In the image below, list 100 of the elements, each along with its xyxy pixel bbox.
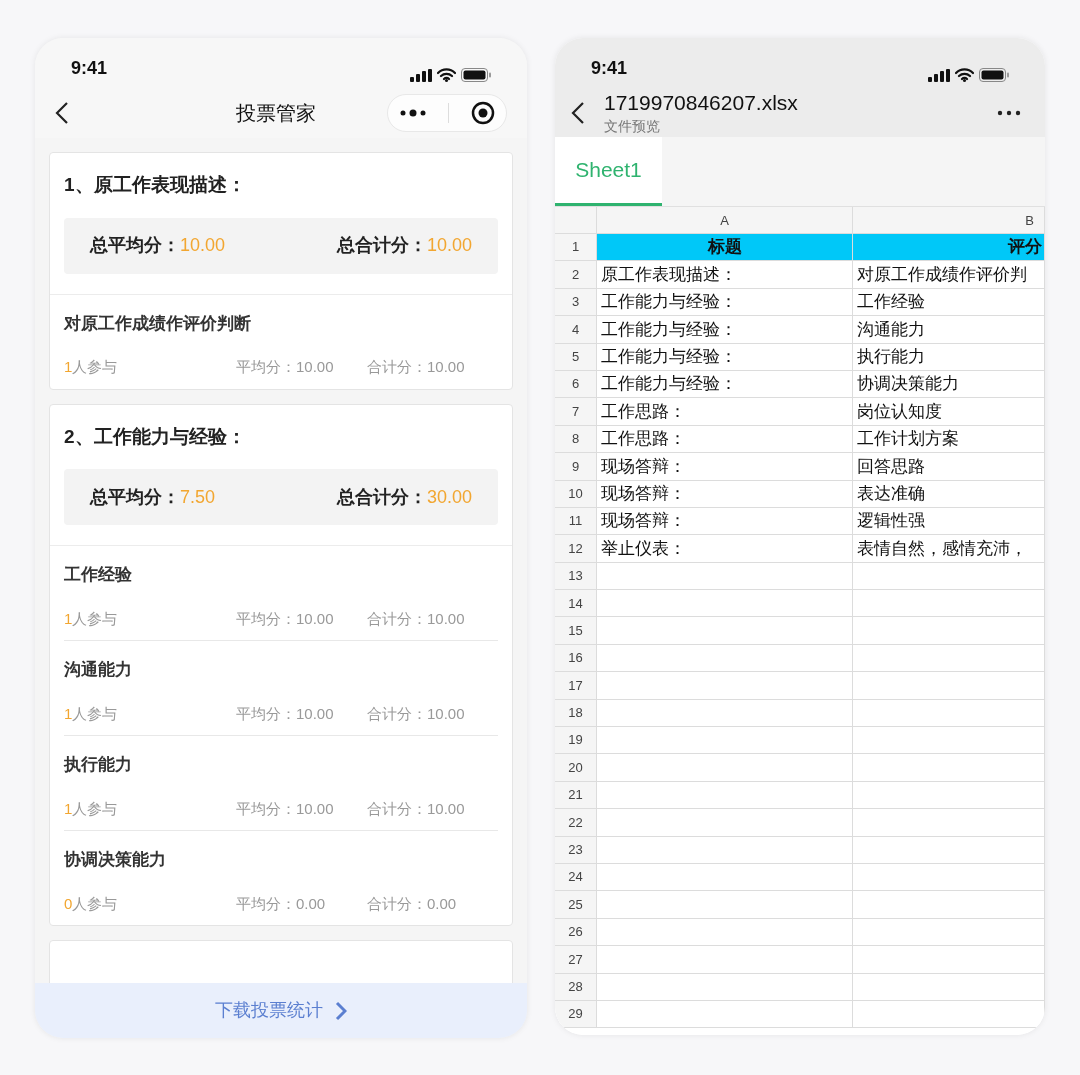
row-number: 11: [555, 507, 597, 535]
row-number: 25: [555, 891, 597, 918]
total-score: 合计分：10.00: [367, 608, 465, 629]
row-number: 5: [555, 343, 597, 370]
total-score: 合计分：10.00: [367, 798, 465, 819]
status-time: 9:41: [591, 57, 628, 80]
table-cell: 工作计划方案: [853, 425, 1045, 453]
target-icon[interactable]: [471, 101, 496, 125]
signal-icon: [410, 68, 432, 82]
row-number: 7: [555, 398, 597, 425]
summary-value: 7.50: [180, 485, 216, 509]
summary-value: 10.00: [426, 234, 472, 257]
row-number: 12: [555, 535, 597, 562]
table-cell: 工作能力与经验：: [597, 288, 853, 316]
participant-count: 1人参与: [64, 703, 119, 724]
average-score: 平均分：0.00: [236, 893, 327, 914]
participant-count: 1人参与: [64, 798, 119, 819]
row-number: 14: [555, 590, 597, 617]
row-number: 22: [555, 809, 597, 836]
item-name: 协调决策能力: [64, 849, 167, 871]
row-number: 6: [555, 370, 597, 398]
table-cell: 工作能力与经验：: [597, 316, 853, 343]
summary-label: 总平均分：: [90, 234, 180, 257]
download-button[interactable]: 下载投票统计: [35, 983, 527, 1038]
section-title: 1、原工作表现描述：: [64, 173, 247, 197]
average-score: 平均分：10.00: [236, 357, 335, 377]
table-cell: 工作经验: [853, 288, 1045, 316]
more-icon[interactable]: [398, 109, 427, 117]
row-number: 17: [555, 672, 597, 699]
page-title: 投票管家: [235, 101, 317, 126]
row-number: 10: [555, 480, 597, 507]
header-cell: 评分: [853, 234, 1045, 261]
back-icon[interactable]: [571, 100, 585, 125]
summary-value: 30.00: [426, 485, 472, 509]
row-number: 27: [555, 946, 597, 973]
row-number: 9: [555, 453, 597, 480]
item-name: 对原工作成绩作评价判断: [64, 312, 252, 335]
table-cell: 协调决策能力: [853, 370, 1045, 398]
row-number: 2: [555, 261, 597, 288]
average-score: 平均分：10.00: [236, 703, 335, 724]
table-cell: 工作思路：: [597, 425, 853, 453]
table-cell: 工作能力与经验：: [597, 343, 853, 370]
file-name: 1719970846207.xlsx: [604, 92, 799, 113]
column-header: B: [853, 207, 1045, 233]
summary-label: 总平均分：: [90, 485, 180, 509]
table-cell: 现场答辩：: [597, 480, 853, 507]
table-cell: 现场答辩：: [597, 453, 853, 480]
participant-count: 1人参与: [64, 357, 119, 377]
battery-icon: [461, 68, 491, 82]
item-name: 执行能力: [64, 754, 133, 776]
table-cell: 工作思路：: [597, 398, 853, 425]
table-cell: 表情自然，感情充沛，: [853, 535, 1045, 562]
wifi-icon: [955, 68, 974, 82]
row-number: 13: [555, 562, 597, 590]
battery-icon: [979, 68, 1009, 82]
row-number: 4: [555, 316, 597, 343]
row-number: 24: [555, 864, 597, 891]
summary-label: 总合计分：: [336, 485, 427, 509]
average-score: 平均分：10.00: [236, 608, 335, 629]
table-cell: 工作能力与经验：: [597, 370, 853, 398]
row-number: 16: [555, 644, 597, 672]
file-subtitle: 文件预览: [604, 119, 661, 133]
row-number: 28: [555, 973, 597, 1000]
table-cell: 执行能力: [853, 343, 1045, 370]
row-number: 26: [555, 918, 597, 946]
table-cell: 原工作表现描述：: [597, 261, 853, 288]
total-score: 合计分：10.00: [367, 357, 465, 377]
table-cell: 回答思路: [853, 453, 1045, 480]
total-score: 合计分：10.00: [367, 703, 465, 724]
row-number: 29: [555, 1000, 597, 1028]
summary-label: 总合计分：: [336, 234, 427, 257]
average-score: 平均分：10.00: [236, 798, 335, 819]
capsule-menu[interactable]: [387, 94, 507, 132]
status-time: 9:41: [71, 57, 108, 80]
table-cell: 沟通能力: [853, 316, 1045, 343]
more-icon[interactable]: [997, 109, 1021, 116]
back-icon[interactable]: [55, 101, 69, 125]
total-score: 合计分：0.00: [367, 893, 457, 914]
table-cell: 逻辑性强: [853, 507, 1045, 535]
participant-count: 0人参与: [64, 893, 119, 914]
row-number: 8: [555, 425, 597, 453]
table-cell: 表达准确: [853, 480, 1045, 507]
participant-count: 1人参与: [64, 608, 119, 629]
wifi-icon: [437, 68, 456, 82]
table-cell: 对原工作成绩作评价判: [853, 261, 1045, 288]
header-cell: 标题: [597, 234, 853, 261]
chevron-right-icon: [335, 1000, 347, 1021]
row-number: 20: [555, 754, 597, 781]
item-name: 工作经验: [64, 564, 133, 586]
item-name: 沟通能力: [64, 659, 133, 681]
signal-icon: [928, 68, 950, 82]
column-header: A: [597, 207, 853, 233]
row-number: 18: [555, 699, 597, 727]
row-number: 3: [555, 288, 597, 316]
table-cell: 岗位认知度: [853, 398, 1045, 425]
row-number: 19: [555, 727, 597, 754]
row-number: 15: [555, 617, 597, 644]
row-number: 1: [555, 234, 597, 261]
row-number: 21: [555, 781, 597, 809]
sheet-tab[interactable]: Sheet1: [555, 137, 662, 206]
